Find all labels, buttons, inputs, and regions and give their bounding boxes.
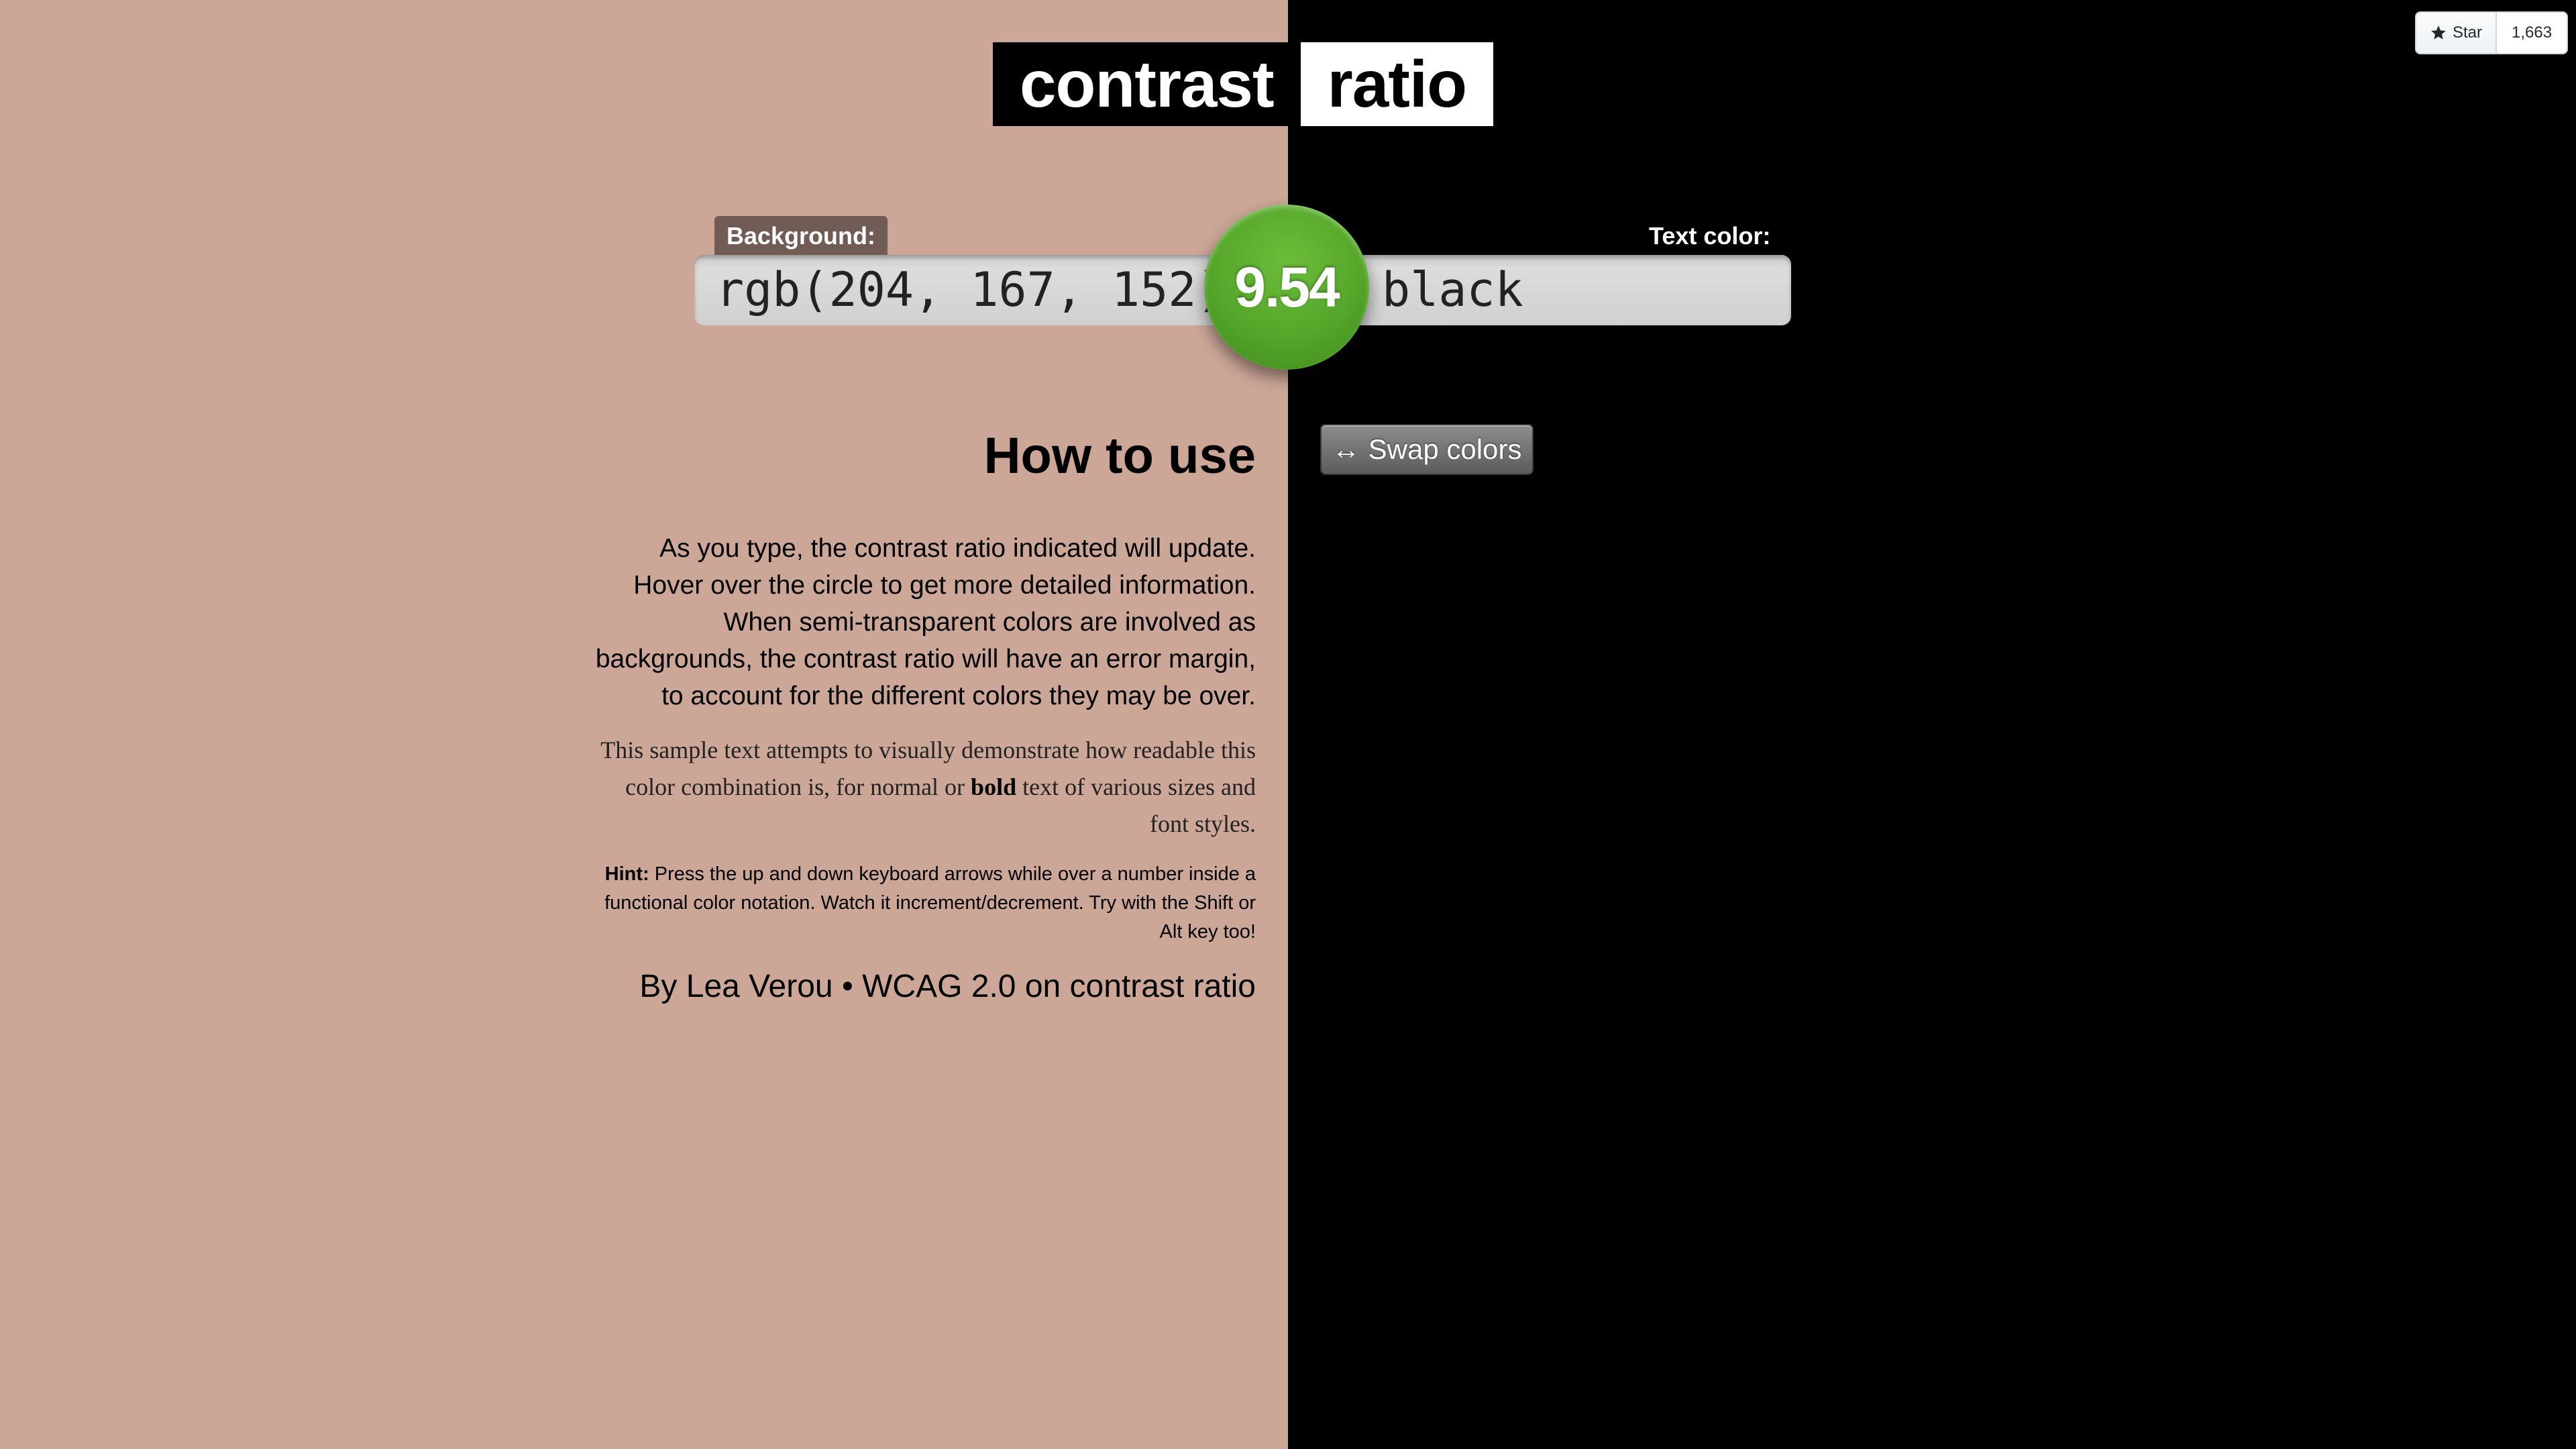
sample-text-bold: bold: [971, 773, 1017, 800]
github-star-widget[interactable]: Star 1,663: [2415, 11, 2569, 54]
title-contrast: contrast: [993, 42, 1301, 126]
background-label: Background:: [714, 216, 888, 255]
instructions-paragraph: As you type, the contrast ratio indicate…: [595, 534, 1256, 710]
text-color-input[interactable]: black: [1318, 255, 1791, 325]
app-title: contrast ratio: [993, 42, 1494, 126]
star-icon: [2431, 25, 2446, 40]
hint-paragraph: Hint: Press the up and down keyboard arr…: [590, 860, 1256, 947]
text-color-preview: [1288, 0, 2576, 1449]
credits: By Lea Verou • WCAG 2.0 on contrast rati…: [590, 967, 1256, 1007]
title-ratio: ratio: [1300, 42, 1494, 126]
swap-arrows-icon: ↔: [1332, 433, 1360, 465]
background-color-input[interactable]: rgb(204, 167, 152): [694, 255, 1258, 325]
sample-text-paragraph: This sample text attempts to visually de…: [590, 732, 1256, 843]
how-to-use-heading: How to use: [983, 427, 1256, 484]
swap-colors-button[interactable]: ↔ Swap colors: [1320, 424, 1534, 475]
text-color-label: Text color:: [1649, 222, 1771, 250]
contrast-ratio-value: 9.54: [1234, 255, 1340, 319]
credit-separator: •: [833, 969, 863, 1004]
wcag-link[interactable]: WCAG 2.0 on contrast ratio: [862, 969, 1256, 1004]
hint-text: Press the up and down keyboard arrows wh…: [604, 863, 1256, 943]
sample-text-end: text of various sizes and font styles.: [1016, 773, 1256, 837]
contrast-ratio-circle[interactable]: 9.54: [1204, 205, 1369, 370]
hint-label: Hint:: [604, 863, 649, 885]
github-star-count[interactable]: 1,663: [2497, 13, 2567, 53]
github-star-label: Star: [2453, 23, 2483, 42]
github-star-button[interactable]: Star: [2416, 13, 2498, 53]
swap-colors-label: Swap colors: [1368, 433, 1522, 465]
author-link[interactable]: By Lea Verou: [639, 969, 833, 1004]
how-to-use-section: How to use As you type, the contrast rat…: [590, 416, 1256, 1007]
